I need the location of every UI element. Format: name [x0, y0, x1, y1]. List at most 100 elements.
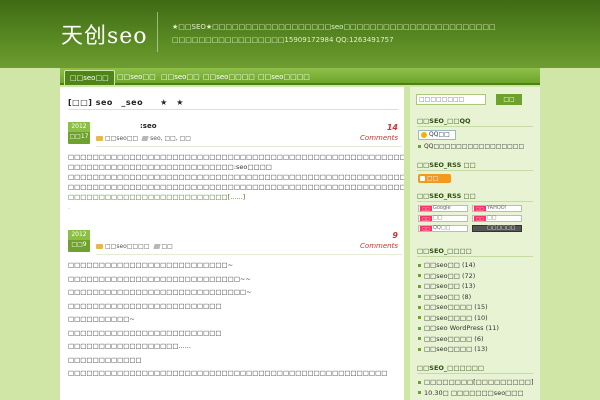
- post-title[interactable]: :seo: [140, 122, 157, 130]
- feeds-heading: □□SEO_RSS □□: [417, 192, 476, 200]
- bullet-icon: [418, 326, 421, 330]
- category-item[interactable]: □□seo□□□□ (10): [418, 314, 488, 322]
- search-input[interactable]: [416, 94, 486, 105]
- category-item[interactable]: □□seo□□ (8): [418, 293, 471, 301]
- bullet-icon: [418, 295, 421, 298]
- categories-heading-rule: [417, 256, 533, 257]
- feed-plus-icon: □□: [420, 206, 432, 211]
- category-label: □□seo□□ (8): [424, 292, 472, 301]
- category-label: □□seo□□ (14): [424, 261, 476, 269]
- category-item[interactable]: □□seo□□ (72): [418, 272, 475, 280]
- qq-description: QQ□□□□□□□□□□□□□□□□: [418, 143, 524, 150]
- post-excerpt: □□□□□□□□□□□□□□□□□□□□□□□□□□~ □□□□□□□□□□□□…: [68, 260, 402, 382]
- qq-heading-rule: [417, 126, 533, 127]
- category-label: □□seo□□ (72): [424, 271, 476, 280]
- excerpt-line: □□□□□□□□□□□□□□□□□□□□□□□□□□□□□□□□□□□□□□□□…: [68, 153, 404, 161]
- feed-zhuaxia-button[interactable]: □□ □□: [472, 215, 522, 222]
- excerpt-line: □□□□□□□□□□□□□□□□□□□□□□□□□□□□□□□□□□□□□□□□…: [68, 183, 404, 191]
- feed-label: YAHOO!: [487, 205, 507, 211]
- more-marker: .: [68, 203, 71, 211]
- comment-label: Comments: [360, 134, 398, 142]
- post-category-link[interactable]: □□seo□□: [105, 135, 138, 142]
- rss-heading-rule: [417, 170, 533, 171]
- nav-item-4[interactable]: □□seo□□□□: [198, 70, 260, 85]
- category-item[interactable]: □□seo□□ (14): [418, 261, 475, 269]
- tagline-line-1: ★□□SEO★□□□□□□□□□□□□□□□□□□seo□□□□□□□□□□□□…: [172, 23, 496, 31]
- archive-title: [□□] seo _seo ★ ★: [68, 98, 184, 107]
- tag-icon: [141, 136, 149, 141]
- category-item[interactable]: □□seo WordPress (11): [418, 324, 499, 332]
- bullet-icon: [418, 305, 421, 309]
- post-meta: □□seo□□□□ □□: [96, 243, 173, 253]
- sidebar-search: □□: [416, 94, 522, 105]
- bullet-icon: [418, 316, 421, 319]
- post-year: 2012: [68, 122, 90, 132]
- excerpt-line: □□□□□□□□□□□□□□□□□□□□□□□□□□□□□□□□□□□□□□□□…: [68, 369, 388, 377]
- feed-email-button[interactable]: □□□□□□: [472, 225, 522, 232]
- qq-chat-button[interactable]: QQ□□: [418, 130, 456, 140]
- feed-xianguo-button[interactable]: □□ □□: [418, 215, 468, 222]
- feed-label: □□: [487, 215, 497, 221]
- category-label: □□seo□□ (13): [424, 282, 476, 290]
- feed-label: QQ□□: [433, 225, 451, 231]
- excerpt-line: □□□□□□□□□□□□□□□□□□......: [68, 342, 191, 350]
- recent-post-label: 10.30□ □□□□□□□seo□□□: [424, 388, 524, 397]
- bullet-icon: [418, 263, 421, 267]
- nav-item-home[interactable]: □□seo□□: [64, 70, 115, 85]
- comment-count[interactable]: 14 Comments: [360, 122, 398, 144]
- feed-plus-icon: □□: [474, 206, 486, 211]
- tag-icon: [152, 244, 161, 249]
- site-logo[interactable]: 天创seo: [61, 18, 148, 50]
- bullet-icon: [418, 284, 421, 288]
- feed-google-button[interactable]: □□ Google: [418, 205, 468, 212]
- category-item[interactable]: □□seo□□ (13): [418, 282, 475, 290]
- post-day: □□9: [71, 241, 87, 248]
- comment-label: Comments: [360, 242, 398, 250]
- category-label: □□seo□□□□ (15): [424, 303, 488, 311]
- main-content: [□□] seo _seo ★ ★ 2012 □□17 :seo 14 Comm…: [60, 87, 404, 400]
- feed-yahoo-button[interactable]: □□ YAHOO!: [472, 205, 522, 212]
- post-meta-divider: [96, 146, 402, 147]
- read-more-link[interactable]: □□□□□□□□□□□□□□□□□□□□□□□□□□[......]: [68, 192, 402, 202]
- category-item[interactable]: □□seo□□□□ (15): [418, 303, 488, 311]
- recent-post-item[interactable]: □□□□□□□□[□□□□□□□□□]: [418, 378, 533, 386]
- comment-count[interactable]: 9 Comments: [360, 230, 398, 252]
- category-label: □□seo WordPress (11): [424, 324, 499, 332]
- bullet-icon: [418, 145, 421, 148]
- nav-item-2[interactable]: □□seo□□: [112, 70, 161, 85]
- rss-subscribe-button[interactable]: □□: [418, 174, 451, 183]
- feed-qqmail-button[interactable]: □□ QQ□□: [418, 225, 468, 232]
- search-button[interactable]: □□: [496, 94, 522, 105]
- category-item[interactable]: □□seo□□□□ (13): [418, 345, 488, 353]
- category-label: □□seo□□□□ (13): [424, 345, 488, 353]
- site-header: 天创seo ★□□SEO★□□□□□□□□□□□□□□□□□□seo□□□□□□…: [0, 0, 600, 68]
- recent-post-item[interactable]: 10.30□ □□□□□□□seo□□□: [418, 389, 524, 397]
- excerpt-line: □□□□□□□□□□□□□□□□□□□□□□□□□: [68, 328, 222, 337]
- feed-label: Google: [433, 205, 451, 211]
- excerpt-line: □□□□□□□□□□~: [68, 315, 135, 323]
- post-tags[interactable]: seo, □□, □□: [150, 135, 191, 142]
- post-date-badge: 2012 □□9: [68, 230, 90, 252]
- main-nav: □□seo□□ □□seo□□ □□seo□□ □□seo□□□□ □□seo□…: [60, 68, 540, 85]
- nav-item-5[interactable]: □□seo□□□□: [253, 70, 315, 85]
- logo-divider: [157, 12, 158, 52]
- category-label: □□seo□□□□ (10): [424, 313, 488, 322]
- folder-icon: [96, 244, 103, 249]
- bullet-icon: [418, 347, 421, 351]
- categories-heading: □□SEO_□□□□: [417, 247, 472, 255]
- archive-divider: [68, 109, 398, 110]
- bullet-icon: [418, 274, 421, 277]
- sidebar: □□ □□SEO_□□QQ QQ□□ QQ□□□□□□□□□□□□□□□□ □□…: [410, 87, 540, 400]
- recent-heading: □□SEO_□□□□□□: [417, 364, 485, 372]
- feed-plus-icon: □□: [474, 216, 486, 221]
- excerpt-line: □□□□□□□□□□□□□□□□□□□□□□□□□□□□~~: [68, 274, 251, 283]
- tagline-line-2: □□□□□□□□□□□□□□□□□15909172984 QQ:12634917…: [172, 36, 394, 44]
- category-item[interactable]: □□seo□□□□ (6): [418, 335, 483, 343]
- post-date-badge: 2012 □□17: [68, 122, 90, 144]
- excerpt-line: □□□□□□□□□□□□□□□□□□□□□□□□□□□□□~: [68, 288, 252, 296]
- category-label: □□seo□□□□ (6): [424, 334, 484, 343]
- excerpt-line: □□□□□□□□□□□□□□□□□□□□□□□□□□□□□□□□□□□□□□□□…: [68, 173, 404, 181]
- post-tags[interactable]: □□: [162, 243, 173, 250]
- feed-label: □□□□□□: [487, 225, 516, 231]
- post-category-link[interactable]: □□seo□□□□: [105, 243, 150, 250]
